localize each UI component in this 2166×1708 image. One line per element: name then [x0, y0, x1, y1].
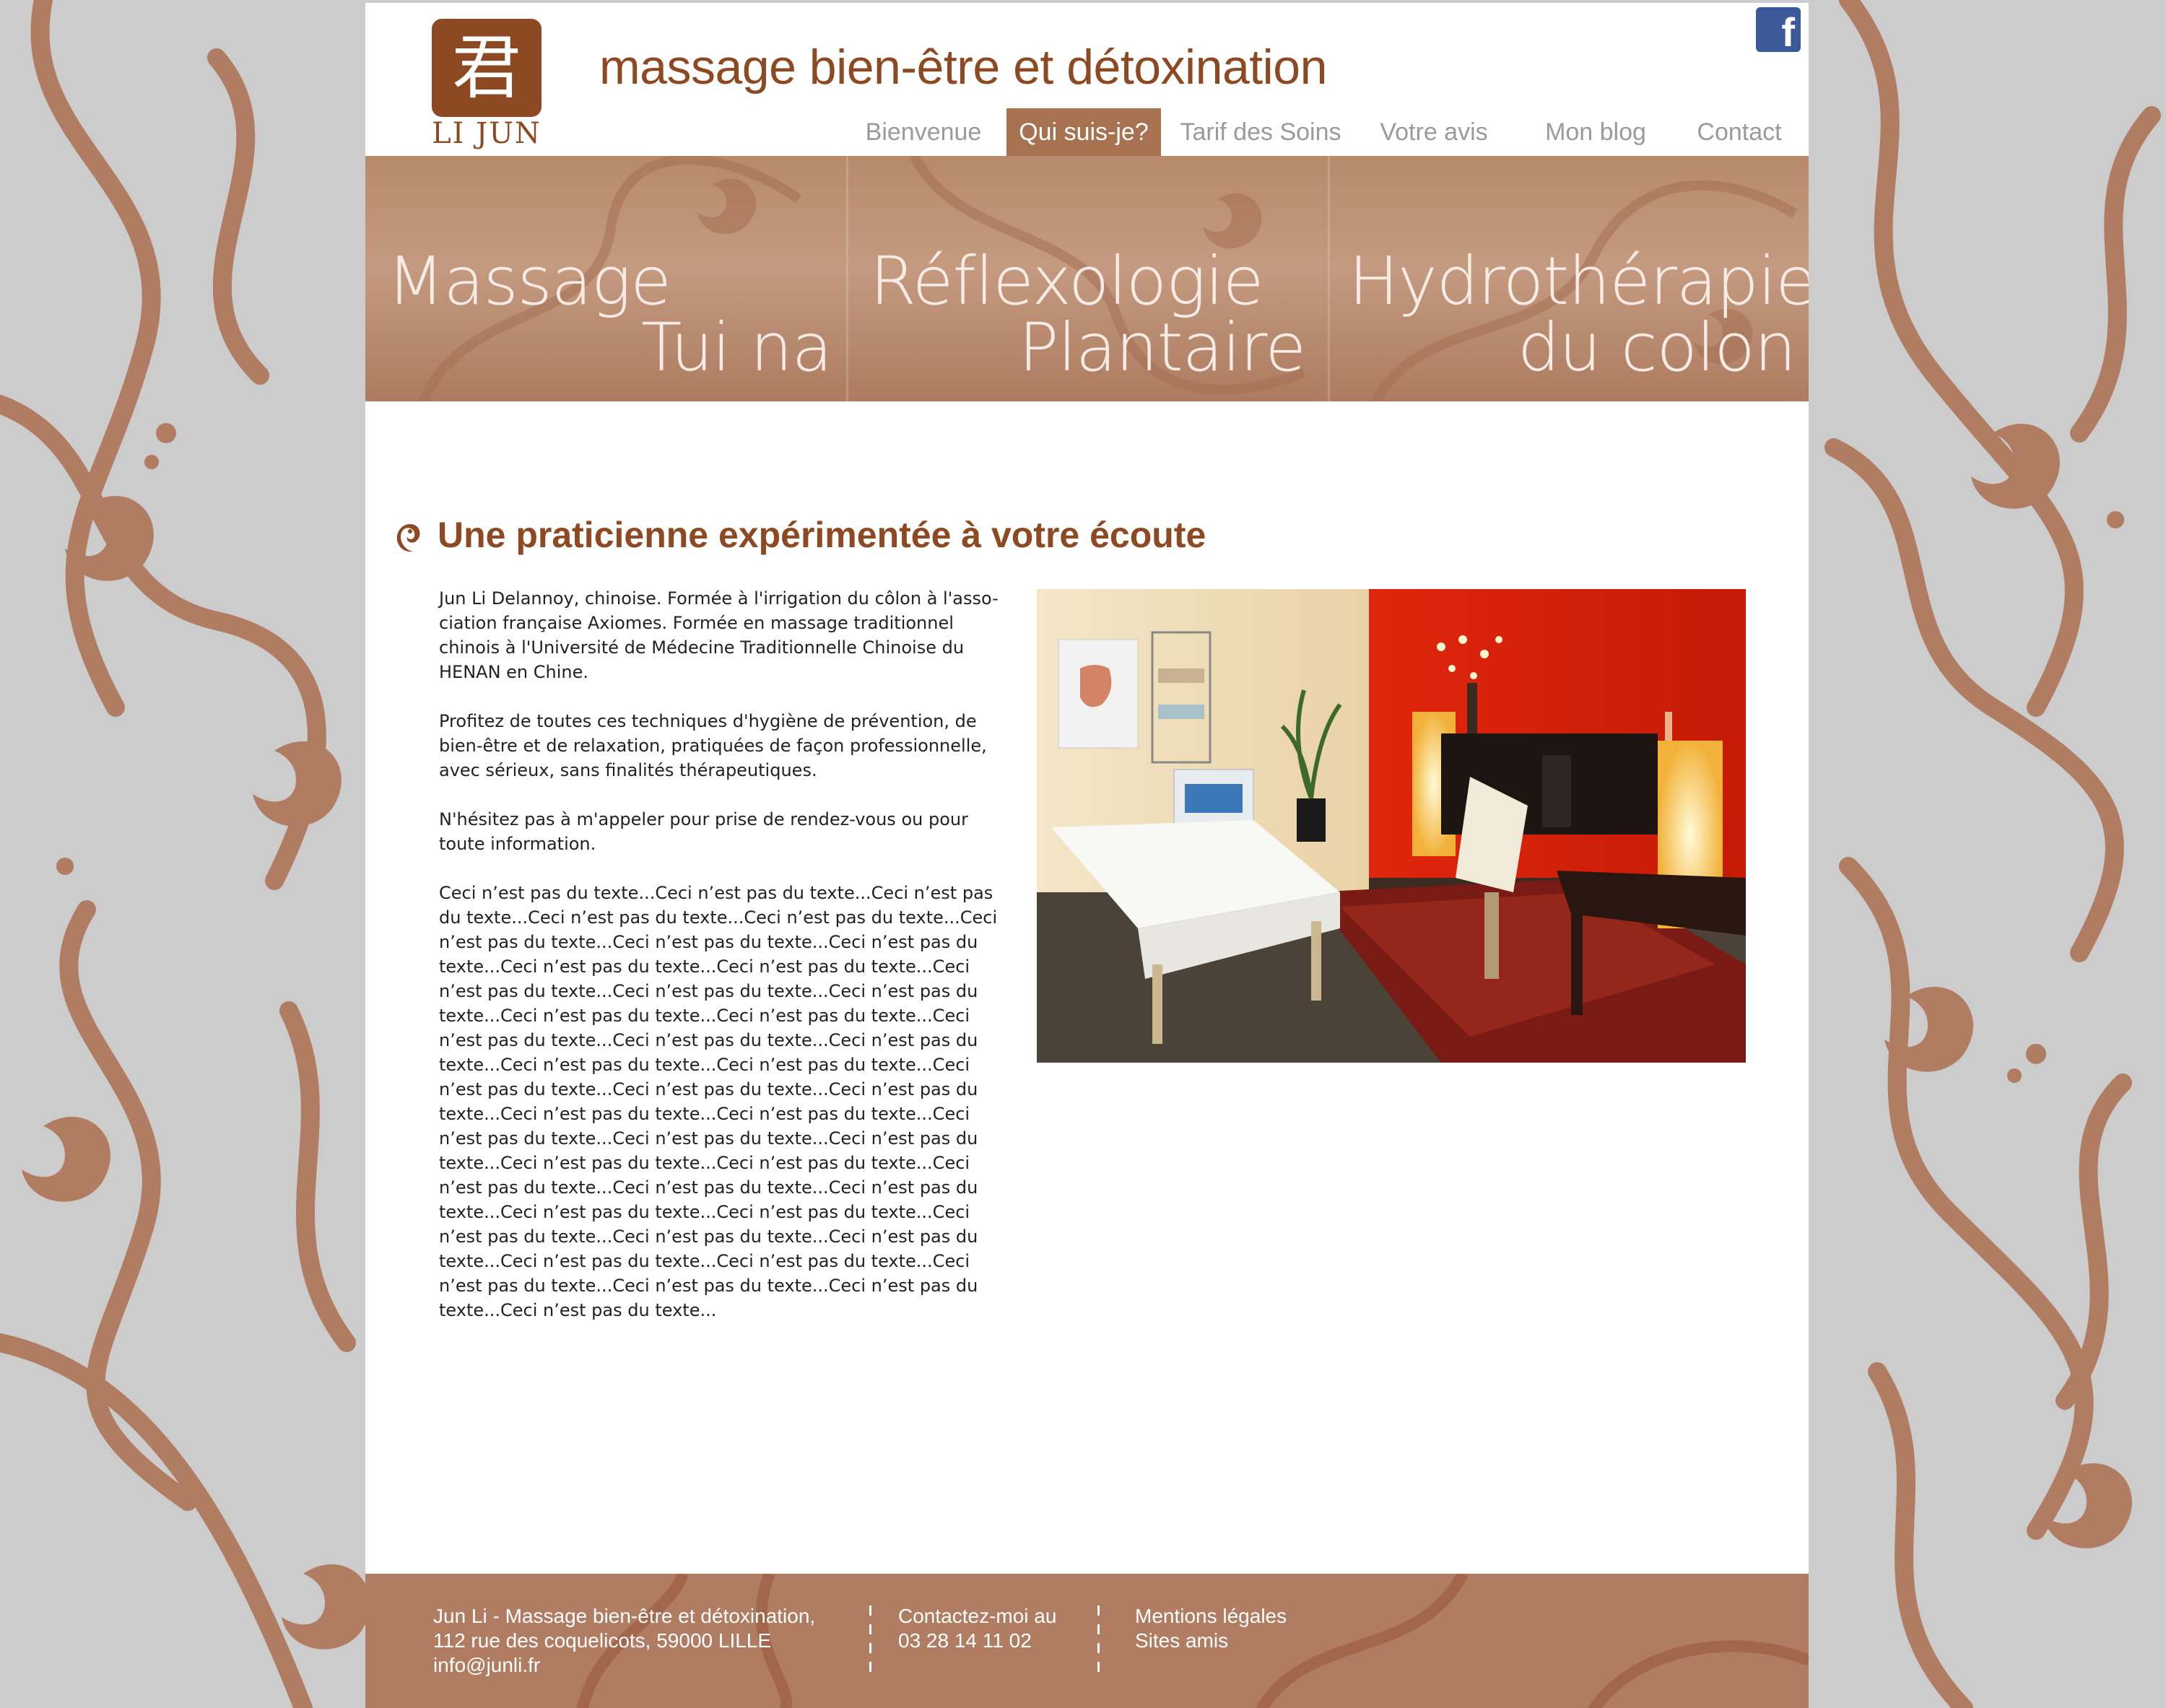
footer-address-line2: 112 rue des coquelicots, 59000 LILLE — [433, 1629, 772, 1652]
section-title: Une praticienne expérimentée à votre éco… — [438, 515, 1206, 555]
section-bullet-icon — [396, 524, 420, 552]
about-text: Jun Li Delannoy, chinoise. Formée à l'ir… — [439, 586, 1017, 1347]
nav-item-bienvenue[interactable]: Bienvenue — [856, 108, 991, 156]
footer-friends-link[interactable]: Sites amis — [1135, 1629, 1287, 1653]
footer-contact-label: Contactez-moi au — [898, 1605, 1057, 1627]
footer-phone[interactable]: 03 28 14 11 02 — [898, 1629, 1056, 1653]
footer-divider — [869, 1605, 871, 1681]
main-nav: Bienvenue Qui suis-je? Tarif des Soins V… — [365, 108, 1809, 156]
footer-legal-link[interactable]: Mentions légales — [1135, 1604, 1287, 1629]
logo-seal: 君 — [432, 19, 542, 117]
services-banner: Massage Tui na Réflexologie Plantaire Hy… — [365, 156, 1809, 401]
banner-title-line2: Plantaire — [1018, 309, 1306, 386]
footer-links: Mentions légales Sites amis — [1135, 1604, 1287, 1653]
about-paragraph: Profitez de toutes ces techniques d'hygi… — [439, 711, 987, 780]
treatment-room-photo — [1037, 589, 1746, 1063]
banner-title-line1: Hydrothérapie — [1349, 243, 1809, 320]
nav-item-tarif-des-soins[interactable]: Tarif des Soins — [1173, 108, 1349, 156]
nav-item-mon-blog[interactable]: Mon blog — [1529, 108, 1662, 156]
about-paragraph: Jun Li Delannoy, chinoise. Formée à l'ir… — [439, 588, 999, 682]
banner-title-line2: Tui na — [640, 309, 832, 386]
footer-address: Jun Li - Massage bien-être et détoxinati… — [433, 1604, 815, 1678]
facebook-icon[interactable]: f — [1756, 7, 1801, 52]
about-paragraph: Ceci n’est pas du texte...Ceci n’est pas… — [439, 883, 998, 1320]
about-paragraph: N'hésitez pas à m'appeler pour prise de … — [439, 809, 968, 854]
nav-item-qui-suis-je[interactable]: Qui suis-je? — [1006, 108, 1161, 156]
page-container: 君 LI JUN massage bien-être et détoxinati… — [365, 3, 1809, 1708]
nav-item-contact[interactable]: Contact — [1679, 108, 1799, 156]
footer-email-link[interactable]: info@junli.fr — [433, 1653, 815, 1678]
footer-divider — [1097, 1605, 1100, 1681]
banner-title-line1: Réflexologie — [870, 243, 1264, 320]
banner-panel-hydrotherapie[interactable]: Hydrothérapie du colon — [1328, 156, 1809, 401]
banner-title-line1: Massage — [387, 243, 671, 320]
banner-panel-massage[interactable]: Massage Tui na — [365, 156, 846, 401]
banner-panel-reflexologie[interactable]: Réflexologie Plantaire — [846, 156, 1327, 401]
footer-contact: Contactez-moi au 03 28 14 11 02 — [898, 1604, 1056, 1653]
site-title: massage bien-être et détoxination — [599, 40, 1327, 95]
nav-item-votre-avis[interactable]: Votre avis — [1362, 108, 1506, 156]
site-footer: Jun Li - Massage bien-être et détoxinati… — [365, 1574, 1809, 1708]
banner-title-line2: du colon — [1518, 309, 1796, 386]
footer-address-line1: Jun Li - Massage bien-être et détoxinati… — [433, 1605, 816, 1627]
